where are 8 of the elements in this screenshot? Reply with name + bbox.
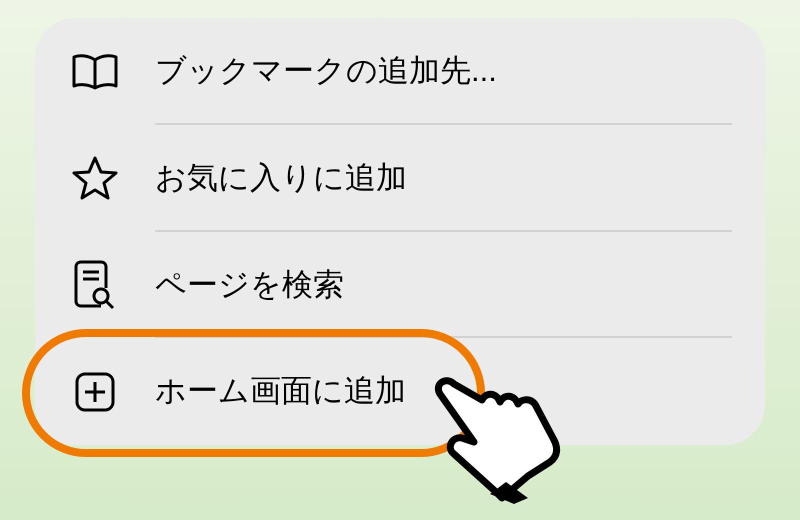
menu-item[interactable]: お気に入りに追加: [155, 154, 407, 202]
menu-item[interactable]: ページを検索: [155, 262, 344, 308]
star-icon: [71, 155, 119, 202]
add-square-icon: [73, 370, 117, 414]
book-icon: [71, 52, 119, 90]
search-page-icon: [73, 260, 117, 310]
menu-item[interactable]: ホーム画面に追加: [155, 368, 406, 415]
menu-item[interactable]: ブックマークの追加先...: [155, 48, 497, 95]
